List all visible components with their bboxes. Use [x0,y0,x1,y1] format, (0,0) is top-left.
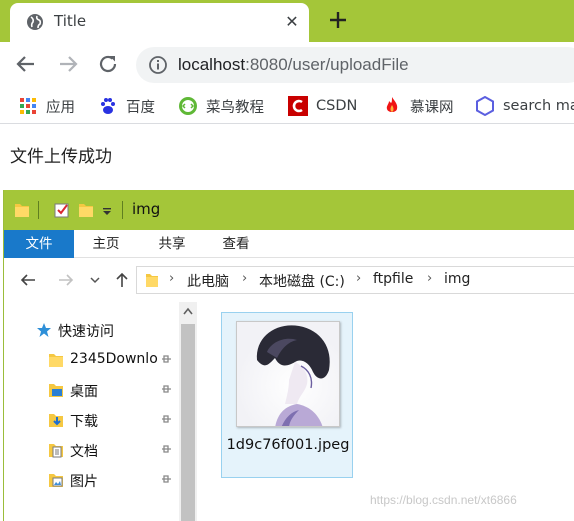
breadcrumb-chevron-icon[interactable]: › [169,271,174,286]
customize-dropdown-icon[interactable] [102,201,112,219]
ribbon-tabs: 文件 主页 共享 查看 [4,230,574,258]
breadcrumb-this-pc[interactable]: 此电脑 [187,271,229,291]
csdn-icon [288,96,308,116]
breadcrumb-chevron-icon[interactable]: › [427,271,432,286]
explorer-window-title: img [132,200,161,218]
breadcrumb-ftpfile[interactable]: ftpfile [373,271,413,287]
nav-item-documents[interactable]: 文档 [4,436,179,464]
forward-arrow-icon[interactable] [56,270,76,290]
browser-tab-strip: Title ✕ [0,0,574,42]
bookmark-runoob[interactable]: 菜鸟教程 [178,95,264,117]
nav-item-label: 下载 [70,414,98,430]
file-name: 1d9c76f001.jpeg [226,437,350,453]
nav-item-pictures[interactable]: 图片 [4,466,179,494]
nav-item-downloads[interactable]: 下载 [4,406,179,434]
tab-title: Title [54,12,87,30]
nav-item-label: 2345Downlo [70,351,158,367]
close-tab-icon[interactable]: ✕ [282,12,302,32]
tab-home[interactable]: 主页 [76,230,136,258]
tab-view[interactable]: 查看 [206,230,266,258]
separator [38,201,39,219]
new-tab-icon[interactable] [326,8,350,32]
navigation-scrollbar[interactable] [179,302,197,521]
pin-icon[interactable] [160,354,172,366]
address-bar[interactable]: localhost:8080/user/uploadFile [136,47,574,83]
pin-icon[interactable] [160,414,172,426]
nav-item-2345downloads[interactable]: 2345Downlo [4,346,179,374]
image-thumbnail [236,321,340,427]
explorer-address-row: › 此电脑 › 本地磁盘 (C:) › ftpfile › img [4,258,574,302]
file-item-selected[interactable]: 1d9c76f001.jpeg [221,312,353,478]
scroll-up-arrow-icon[interactable] [179,302,197,322]
breadcrumb-img[interactable]: img [444,271,470,287]
breadcrumb-chevron-icon[interactable]: › [356,271,361,286]
portrait-thumbnail-image [237,322,339,426]
bookmark-baidu[interactable]: 百度 [98,95,155,117]
url-text: localhost:8080/user/uploadFile [178,55,409,75]
forward-arrow-icon[interactable] [56,52,80,76]
file-explorer-window: img 文件 主页 共享 查看 › 此电脑 › 本地磁盘 (C:) › ftpf… [3,190,574,521]
url-host: localhost [178,55,246,74]
documents-icon [49,444,63,458]
nav-item-label: 文档 [70,444,98,460]
folder-icon[interactable] [14,201,30,219]
pin-icon[interactable] [160,384,172,396]
runoob-icon [179,97,197,115]
tab-file[interactable]: 文件 [4,230,74,258]
nav-item-quick-access[interactable]: 快速访问 [4,316,179,344]
recent-locations-chevron-icon[interactable] [88,270,102,290]
bookmark-csdn[interactable]: CSDN [288,95,357,117]
breadcrumb-local-disk[interactable]: 本地磁盘 (C:) [259,271,345,291]
bookmark-label: search ma [503,98,574,114]
globe-icon [27,14,43,30]
folder-icon [49,354,63,367]
bookmarks-bar: 应用 百度 菜鸟教程 CSDN 慕课网 search ma [0,88,574,124]
url-path: :8080/user/uploadFile [245,55,409,74]
bookmark-label: 百度 [126,99,155,116]
bookmark-search[interactable]: search ma [475,95,574,117]
nav-item-label: 快速访问 [58,324,114,340]
bookmark-apps[interactable]: 应用 [18,95,75,117]
bookmark-label: CSDN [316,98,358,114]
star-icon [37,323,51,337]
bookmark-label: 慕课网 [410,99,454,116]
desktop-folder-icon [49,384,63,397]
apps-grid-icon [20,98,36,114]
explorer-title-bar: img [4,190,574,230]
navigation-pane: 快速访问 2345Downlo 桌面 下载 文档 图片 [4,302,179,521]
back-arrow-icon[interactable] [14,52,38,76]
nav-item-label: 图片 [70,474,98,490]
nav-item-desktop[interactable]: 桌面 [4,376,179,404]
properties-icon[interactable] [54,201,70,219]
info-icon[interactable] [148,55,168,75]
scrollbar-thumb[interactable] [181,324,195,521]
file-list-area: 1d9c76f001.jpeg [197,302,574,521]
tab-share[interactable]: 共享 [142,230,202,258]
pin-icon[interactable] [160,444,172,456]
reload-icon[interactable] [96,52,120,76]
hexagon-icon [476,96,494,116]
explorer-address-bar[interactable]: › 此电脑 › 本地磁盘 (C:) › ftpfile › img [136,266,574,294]
pictures-icon [49,474,63,487]
bookmark-imooc[interactable]: 慕课网 [382,95,454,117]
bookmark-label: 菜鸟教程 [206,99,264,116]
nav-item-label: 桌面 [70,384,98,400]
pin-icon[interactable] [160,474,172,486]
separator [122,201,123,219]
upload-success-message: 文件上传成功 [10,147,112,167]
back-arrow-icon[interactable] [18,270,38,290]
imooc-flame-icon [386,97,398,112]
browser-tab[interactable]: Title ✕ [10,3,309,42]
download-folder-icon [49,414,63,427]
folder-icon [146,274,158,287]
breadcrumb-chevron-icon[interactable]: › [242,271,247,286]
up-arrow-icon[interactable] [112,270,132,290]
bookmark-label: 应用 [46,99,75,116]
baidu-paw-icon [101,98,115,114]
new-folder-icon[interactable] [78,201,94,219]
browser-toolbar: localhost:8080/user/uploadFile [0,42,574,88]
watermark-text: https://blog.csdn.net/xt6866 [370,493,517,507]
